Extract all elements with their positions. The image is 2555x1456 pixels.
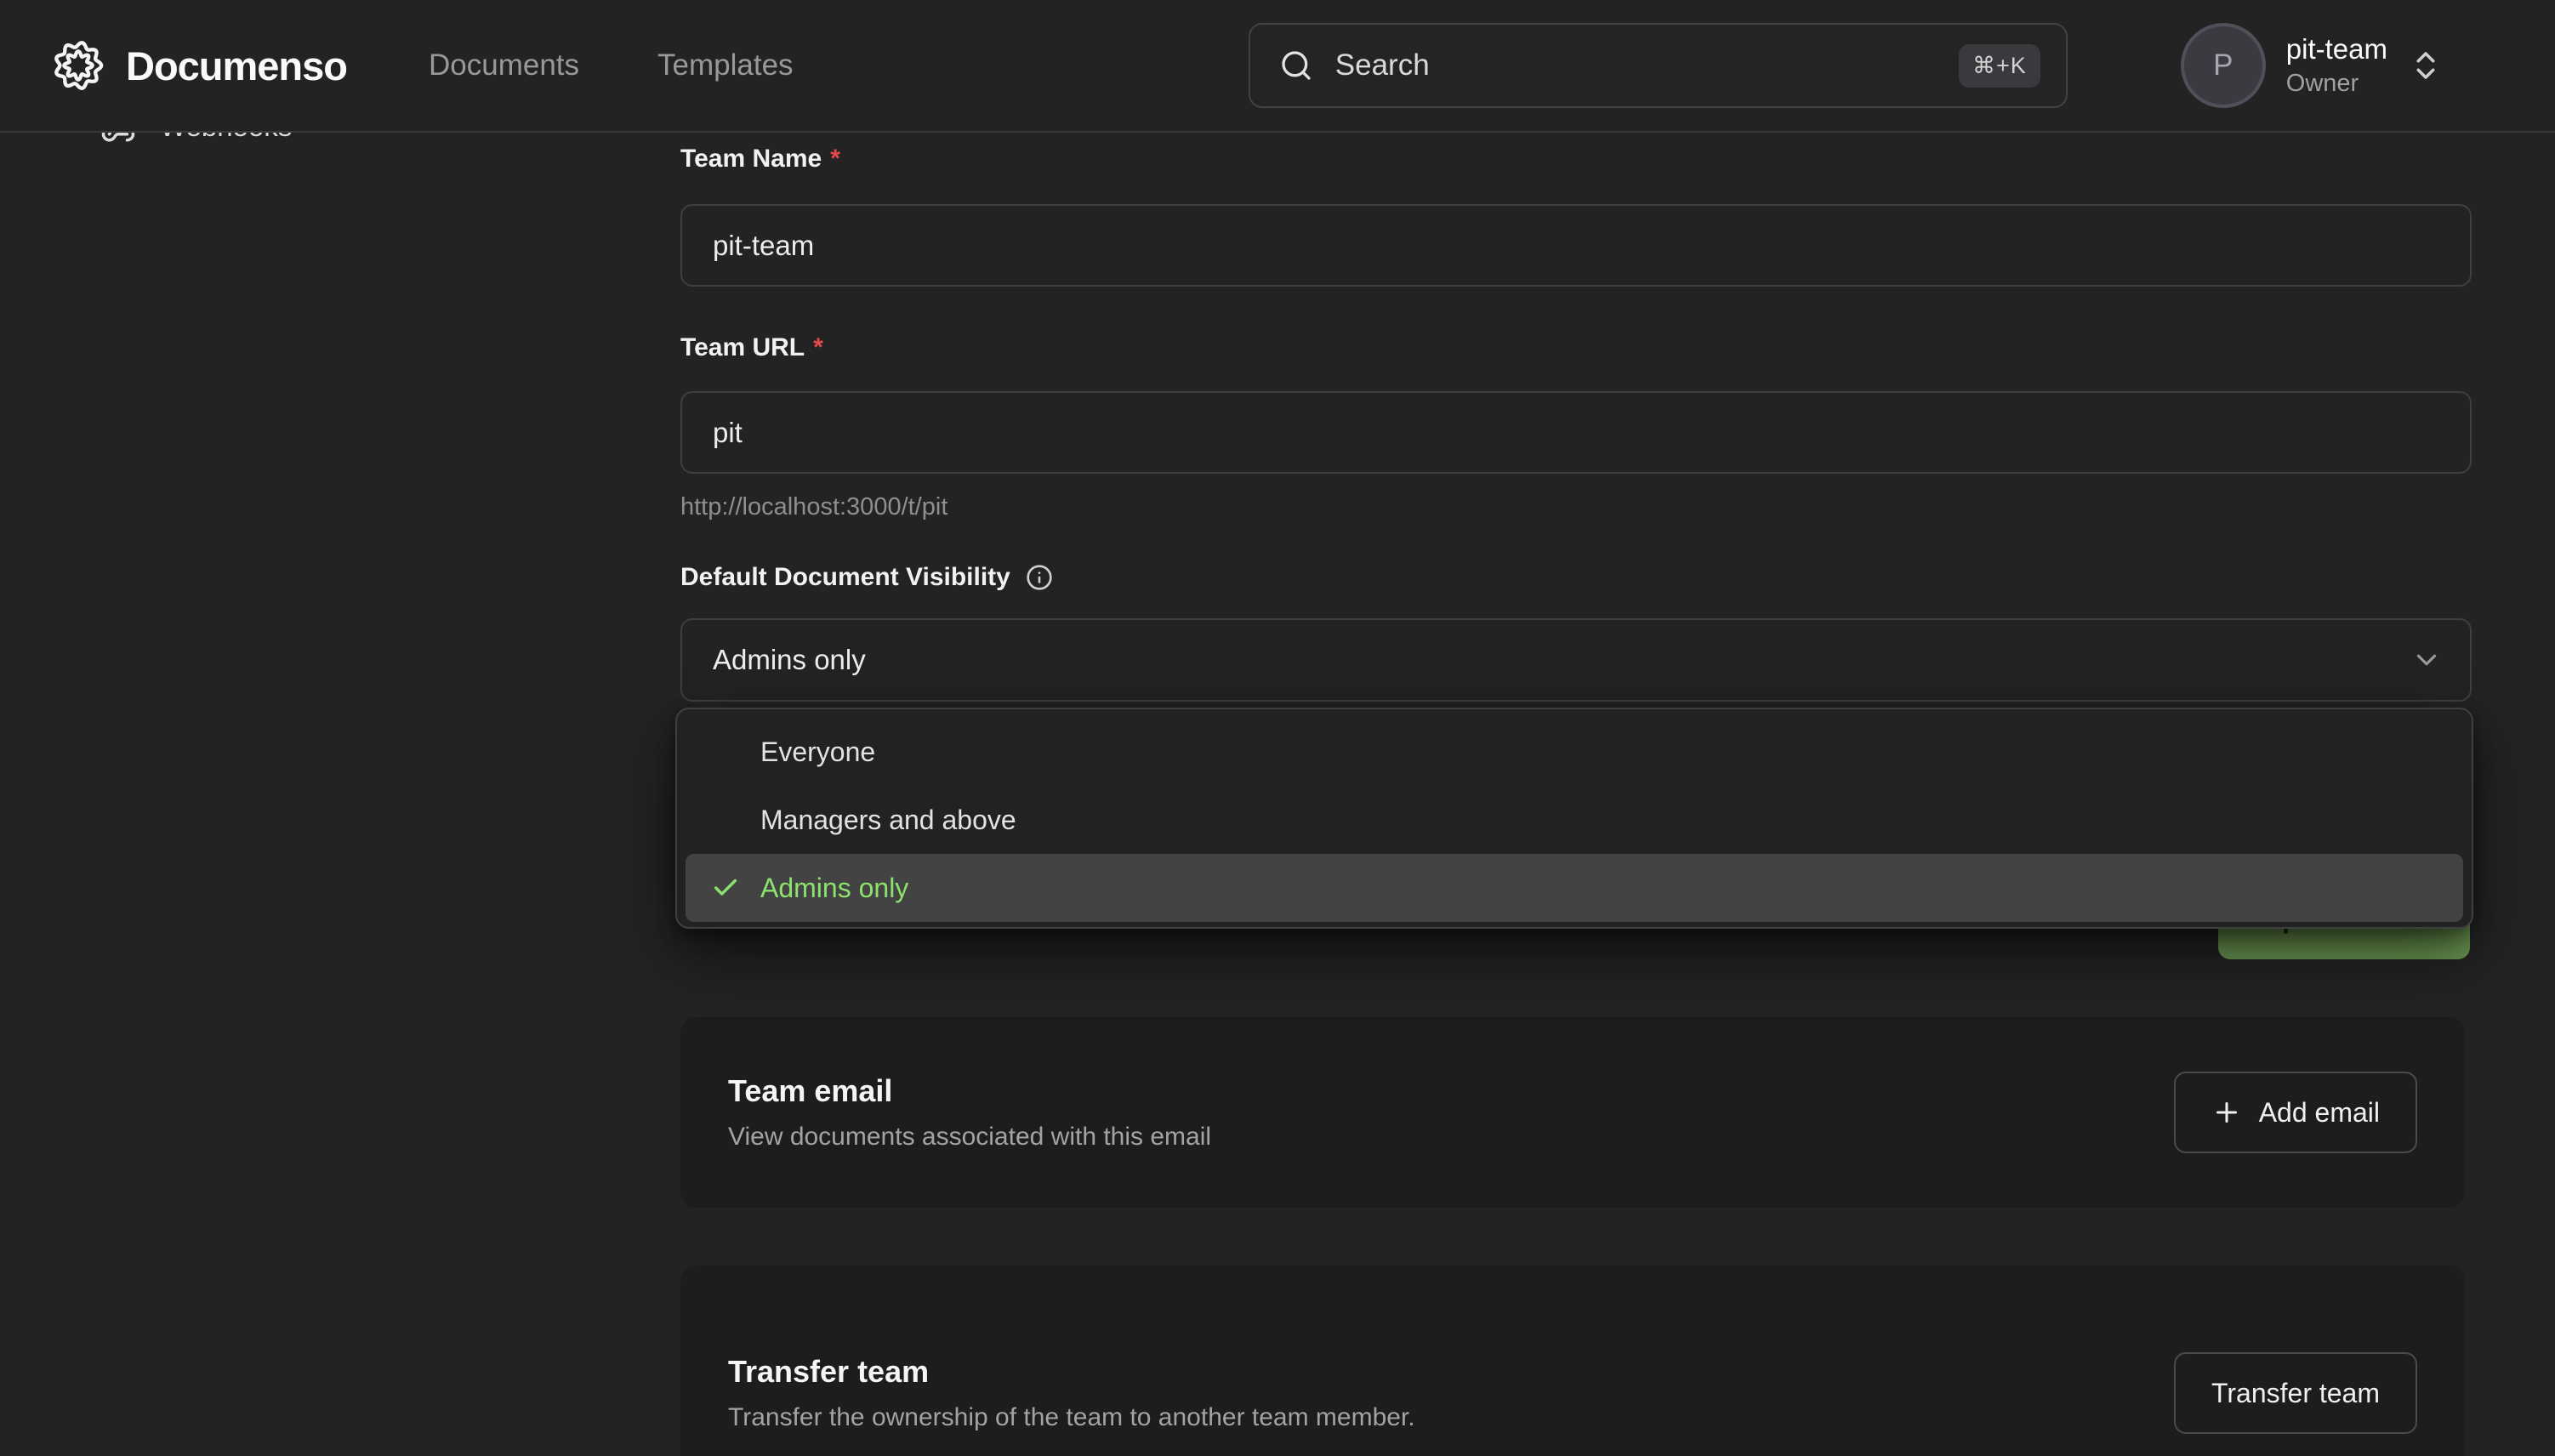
search-placeholder: Search [1335, 48, 1430, 82]
team-name-label: Team Name* [680, 145, 840, 173]
team-email-card: Team email View documents associated wit… [680, 1017, 2465, 1208]
user-menu[interactable]: P pit-team Owner [2181, 23, 2444, 108]
top-navbar: Documenso Documents Templates Search ⌘+K… [0, 0, 2555, 133]
brand-home-link[interactable]: Documenso [53, 40, 347, 91]
option-admins-only[interactable]: Admins only [686, 854, 2463, 922]
team-email-title: Team email [728, 1073, 1211, 1109]
team-url-label: Team URL* [680, 333, 823, 362]
chevrons-up-down-icon [2408, 48, 2444, 83]
option-label: Everyone [760, 737, 875, 768]
team-url-hint: http://localhost:3000/t/pit [680, 493, 947, 521]
nav-templates[interactable]: Templates [657, 48, 794, 82]
avatar-initial: P [2213, 48, 2233, 82]
required-asterisk: * [830, 145, 840, 173]
transfer-team-description: Transfer the ownership of the team to an… [728, 1403, 1415, 1432]
visibility-select-value: Admins only [713, 644, 866, 676]
transfer-team-label: Transfer team [2211, 1378, 2380, 1409]
avatar: P [2181, 23, 2266, 108]
team-name-input[interactable] [680, 204, 2472, 287]
team-settings-page: Webhooks Documenso Documents Templates S… [0, 0, 2555, 1456]
add-email-label: Add email [2259, 1097, 2380, 1129]
option-managers-and-above[interactable]: Managers and above [686, 786, 2463, 854]
team-email-description: View documents associated with this emai… [728, 1123, 1211, 1152]
option-label: Admins only [760, 873, 908, 904]
transfer-team-card: Transfer team Transfer the ownership of … [680, 1265, 2465, 1456]
brand-name: Documenso [126, 43, 347, 89]
plus-icon [2211, 1097, 2242, 1128]
main-nav: Documents Templates [429, 48, 794, 82]
nav-documents[interactable]: Documents [429, 48, 579, 82]
search-shortcut-badge: ⌘+K [1959, 44, 2040, 88]
search-input[interactable]: Search ⌘+K [1249, 23, 2068, 108]
user-role: Owner [2286, 70, 2387, 98]
team-url-input[interactable] [680, 391, 2472, 474]
visibility-label: Default Document Visibility [680, 563, 1053, 592]
visibility-dropdown: Everyone Managers and above Admins only [675, 708, 2473, 929]
transfer-team-text: Transfer team Transfer the ownership of … [728, 1354, 1415, 1432]
add-email-button[interactable]: Add email [2174, 1072, 2417, 1153]
info-icon[interactable] [1026, 564, 1053, 591]
required-asterisk: * [813, 333, 823, 362]
documenso-logo-icon [53, 40, 104, 91]
transfer-team-button[interactable]: Transfer team [2174, 1352, 2417, 1434]
option-label: Managers and above [760, 805, 1016, 836]
check-icon [711, 873, 740, 902]
transfer-team-title: Transfer team [728, 1354, 1415, 1390]
search-icon [1279, 48, 1313, 82]
option-everyone[interactable]: Everyone [686, 718, 2463, 786]
user-team-name: pit-team [2286, 33, 2387, 65]
visibility-select[interactable]: Admins only [680, 618, 2472, 702]
team-email-text: Team email View documents associated wit… [728, 1073, 1211, 1152]
chevron-down-icon [2410, 644, 2443, 676]
user-info: pit-team Owner [2286, 33, 2387, 98]
